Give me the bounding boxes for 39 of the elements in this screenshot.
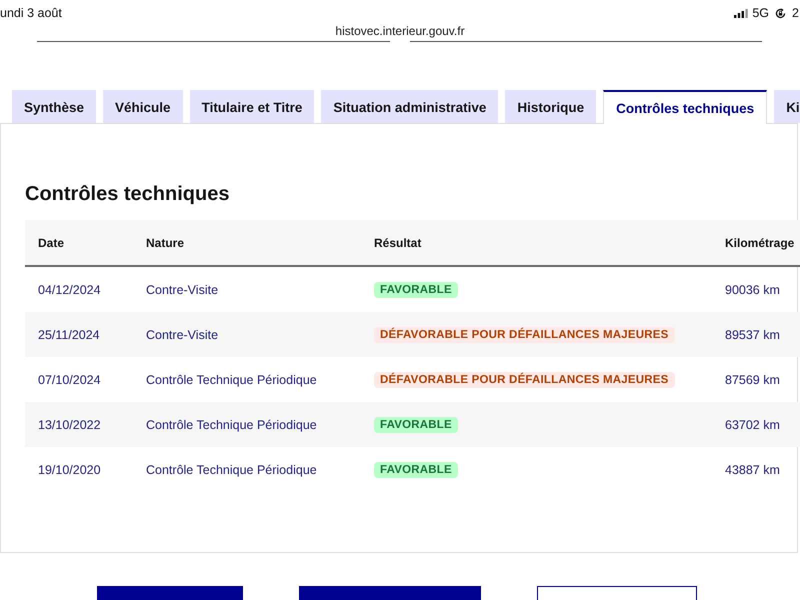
- status-time: 2: [792, 6, 800, 20]
- tab[interactable]: Historique: [505, 90, 596, 123]
- footer-button[interactable]: [537, 586, 697, 600]
- date-cell: 04/12/2024: [38, 282, 101, 296]
- tab[interactable]: Véhicule: [103, 90, 183, 123]
- nature-cell: Contrôle Technique Périodique: [146, 418, 317, 432]
- address-url[interactable]: histovec.interieur.gouv.fr: [335, 24, 465, 38]
- result-badge: FAVORABLE: [374, 416, 458, 432]
- result-badge: FAVORABLE: [374, 282, 458, 298]
- nature-cell: Contrôle Technique Périodique: [146, 462, 317, 476]
- network-label: 5G: [752, 6, 770, 20]
- mileage-cell: 90036 km: [725, 282, 780, 296]
- date-cell: 13/10/2022: [38, 418, 101, 432]
- tab[interactable]: Titulaire et Titre: [190, 90, 314, 123]
- date-cell: 25/11/2024: [38, 328, 100, 342]
- tab[interactable]: Contrôles techniques: [603, 90, 768, 124]
- nature-cell: Contre-Visite: [146, 328, 218, 342]
- status-date: undi 3 août: [0, 6, 62, 20]
- column-header: Résultat: [361, 220, 712, 266]
- column-header: Nature: [133, 220, 361, 266]
- mileage-cell: 87569 km: [725, 372, 780, 386]
- signal-icon: [734, 8, 748, 18]
- rotation-lock-icon: [775, 8, 786, 18]
- result-badge: FAVORABLE: [374, 462, 458, 478]
- tab[interactable]: Synthèse: [12, 90, 96, 123]
- tab[interactable]: Situation administrative: [321, 90, 498, 123]
- column-header: Kilométrage: [712, 220, 800, 266]
- result-badge: DÉFAVORABLE POUR DÉFAILLANCES MAJEURES: [374, 372, 675, 388]
- mileage-cell: 63702 km: [725, 418, 780, 432]
- result-badge: DÉFAVORABLE POUR DÉFAILLANCES MAJEURES: [374, 326, 675, 342]
- mileage-cell: 43887 km: [725, 462, 780, 476]
- section-title: Contrôles techniques: [25, 182, 230, 206]
- date-cell: 07/10/2024: [38, 372, 101, 386]
- tab[interactable]: Kil: [774, 90, 800, 123]
- nature-cell: Contre-Visite: [146, 282, 218, 296]
- date-cell: 19/10/2020: [38, 462, 101, 476]
- mileage-cell: 89537 km: [725, 328, 780, 342]
- nature-cell: Contrôle Technique Périodique: [146, 372, 317, 386]
- column-header: Date: [25, 220, 133, 266]
